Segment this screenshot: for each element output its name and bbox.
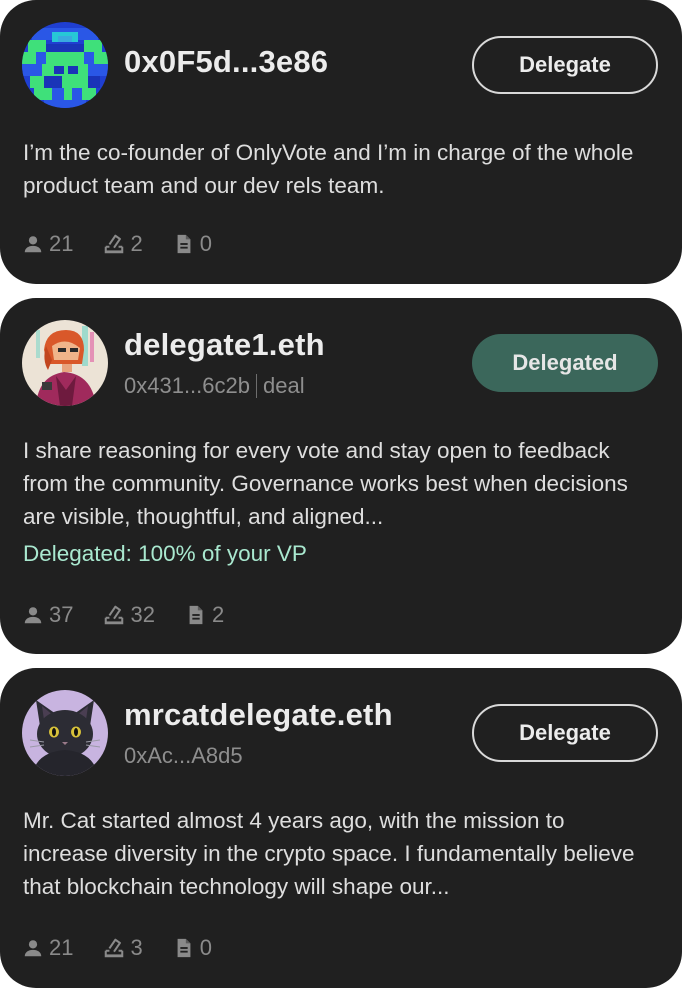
delegation-status: Delegated: 100% of your VP (23, 541, 307, 566)
user-icon (24, 607, 42, 624)
delegate-address[interactable]: 0xAc...A8d5 (124, 743, 243, 769)
proposals-stat: 0 (173, 935, 212, 961)
avatar (22, 22, 108, 108)
ballot-icon (105, 938, 124, 958)
delegate-tag: deal (262, 373, 305, 398)
delegate-card[interactable]: delegate1.eth 0x431...6c2b deal Delegate… (0, 298, 682, 654)
proposals-count: 0 (199, 231, 212, 256)
delegate-name[interactable]: mrcatdelegate.eth (124, 697, 393, 733)
delegate-stats: 21 3 0 (22, 935, 242, 961)
delegate-card[interactable]: 0x0F5d...3e86 Delegate I’m the co-founde… (0, 0, 682, 284)
ballot-icon (105, 605, 124, 625)
delegate-button[interactable]: Delegate (472, 704, 658, 762)
delegate-button[interactable]: Delegate (472, 36, 658, 94)
delegate-stats: 21 2 0 (22, 231, 242, 257)
delegators-count: 21 (49, 231, 74, 256)
votes-count: 2 (130, 231, 143, 256)
document-icon (177, 938, 191, 958)
proposals-stat: 2 (185, 602, 224, 628)
delegate-name[interactable]: delegate1.eth (124, 327, 325, 363)
delegate-card[interactable]: mrcatdelegate.eth 0xAc...A8d5 Delegate M… (0, 668, 682, 988)
delegate-bio: I’m the co-founder of OnlyVote and I’m i… (23, 140, 634, 198)
delegators-count: 37 (49, 602, 74, 627)
delegate-bio: I share reasoning for every vote and sta… (23, 438, 628, 529)
user-icon (24, 940, 42, 957)
delegated-button[interactable]: Delegated (472, 334, 658, 392)
proposals-count: 2 (211, 602, 225, 627)
user-icon (24, 236, 42, 253)
proposals-count: 0 (199, 935, 212, 960)
proposals-stat: 0 (173, 231, 212, 257)
votes-count: 32 (130, 602, 155, 627)
delegate-address-row: 0xAc...A8d5 (124, 743, 243, 769)
votes-stat: 3 (103, 935, 143, 961)
divider (255, 374, 257, 398)
delegators-stat: 21 (22, 935, 73, 961)
avatar (22, 320, 108, 406)
delegate-name[interactable]: 0x0F5d...3e86 (124, 44, 328, 80)
document-icon (177, 234, 191, 254)
votes-stat: 32 (103, 602, 155, 628)
document-icon (189, 605, 203, 625)
delegators-stat: 37 (22, 602, 73, 628)
delegate-stats: 37 32 2 (22, 602, 254, 628)
votes-count: 3 (130, 935, 143, 960)
avatar (22, 690, 108, 776)
delegate-address-row: 0x431...6c2b deal (124, 373, 305, 399)
votes-stat: 2 (103, 231, 143, 257)
delegate-bio: Mr. Cat started almost 4 years ago, with… (23, 808, 635, 899)
delegators-stat: 21 (22, 231, 73, 257)
ballot-icon (105, 234, 124, 254)
delegators-count: 21 (49, 935, 74, 960)
delegate-address[interactable]: 0x431...6c2b (124, 373, 250, 399)
